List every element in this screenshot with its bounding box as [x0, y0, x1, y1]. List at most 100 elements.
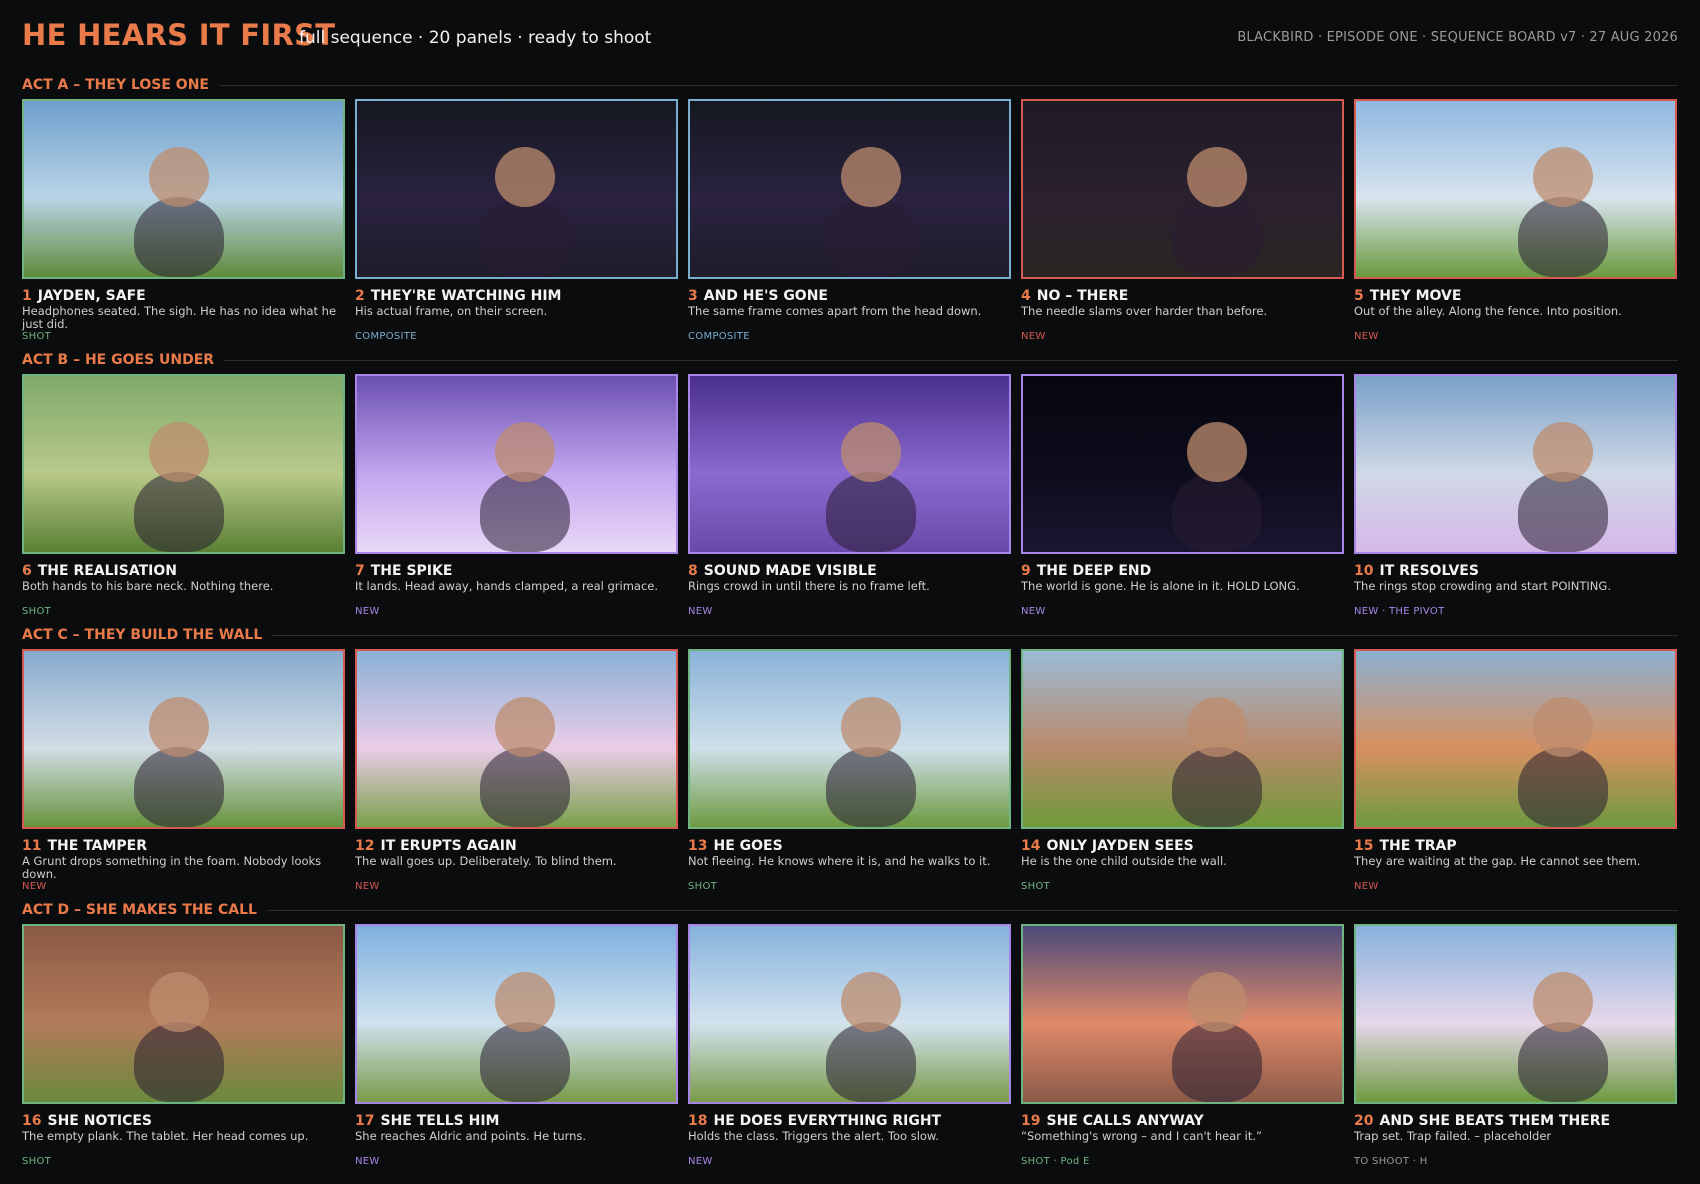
- panel-status-tag: NEW · THE PIVOT: [1354, 606, 1445, 617]
- character-figure: [1172, 197, 1262, 277]
- panel-illustration: [1023, 101, 1342, 277]
- panel-frame-image[interactable]: [1354, 649, 1677, 829]
- panel-illustration: [1356, 926, 1675, 1102]
- panel-frame-image[interactable]: [1354, 374, 1677, 554]
- panel-description: The wall goes up. Deliberately. To blind…: [355, 855, 617, 868]
- panel-status-tag: NEW: [688, 606, 713, 617]
- panel-frame-image[interactable]: [688, 374, 1011, 554]
- act-divider: [22, 85, 1678, 86]
- storyboard-panel[interactable]: 10 IT RESOLVES The rings stop crowding and…: [1354, 374, 1677, 617]
- panel-number: 11: [22, 838, 42, 854]
- panel-title-text: JAYDEN, SAFE: [37, 288, 146, 304]
- storyboard-panel[interactable]: 1 JAYDEN, SAFE Headphones seated. The sigh…: [22, 99, 345, 342]
- panel-title-text: SHE CALLS ANYWAY: [1046, 1113, 1204, 1129]
- act-header: ACT D – SHE MAKES THE CALL: [22, 902, 1678, 922]
- panel-status-tag: NEW: [688, 1156, 713, 1167]
- panel-description: Holds the class. Triggers the alert. Too…: [688, 1130, 939, 1143]
- character-figure: [480, 197, 570, 277]
- panel-caption: 9 THE DEEP END The world is gone. He is al…: [1021, 563, 1344, 617]
- panel-caption: 5 THEY MOVE Out of the alley. Along the fe…: [1354, 288, 1677, 342]
- panel-title-text: THE SPIKE: [370, 563, 453, 579]
- storyboard-panel[interactable]: 16 SHE NOTICES The empty plank. The tablet…: [22, 924, 345, 1167]
- panel-title-text: HE GOES: [713, 838, 783, 854]
- storyboard-panel[interactable]: 13 HE GOES Not fleeing. He knows where it …: [688, 649, 1011, 892]
- panel-description: They are waiting at the gap. He cannot s…: [1354, 855, 1641, 868]
- panel-description: Trap set. Trap failed. – placeholder: [1354, 1130, 1552, 1143]
- panel-title: 11 THE TAMPER: [22, 838, 345, 854]
- panel-status-tag: NEW: [355, 881, 380, 892]
- panel-frame-image[interactable]: [688, 649, 1011, 829]
- storyboard-panel[interactable]: 12 IT ERUPTS AGAIN The wall goes up. Delib…: [355, 649, 678, 892]
- panel-title-text: THE DEEP END: [1036, 563, 1152, 579]
- board-subtitle: full sequence · 20 panels · ready to sho…: [299, 28, 652, 48]
- storyboard-panel[interactable]: 11 THE TAMPER A Grunt drops something in t…: [22, 649, 345, 892]
- panel-title-text: ONLY JAYDEN SEES: [1046, 838, 1194, 854]
- panel-title: 15 THE TRAP: [1354, 838, 1677, 854]
- panel-number: 14: [1021, 838, 1041, 854]
- panel-title: 19 SHE CALLS ANYWAY: [1021, 1113, 1344, 1129]
- panel-frame-image[interactable]: [1021, 374, 1344, 554]
- panel-frame-image[interactable]: [355, 99, 678, 279]
- panel-title-text: THE REALISATION: [37, 563, 177, 579]
- panel-frame-image[interactable]: [22, 649, 345, 829]
- panel-illustration: [24, 376, 343, 552]
- storyboard-panel[interactable]: 5 THEY MOVE Out of the alley. Along the fe…: [1354, 99, 1677, 342]
- panel-title: 2 THEY'RE WATCHING HIM: [355, 288, 678, 304]
- storyboard-panel[interactable]: 3 AND HE'S GONE The same frame comes apart…: [688, 99, 1011, 342]
- storyboard-panel[interactable]: 9 THE DEEP END The world is gone. He is al…: [1021, 374, 1344, 617]
- panel-title-text: HE DOES EVERYTHING RIGHT: [713, 1113, 942, 1129]
- panel-number: 18: [688, 1113, 708, 1129]
- storyboard-panel[interactable]: 15 THE TRAP They are waiting at the gap. H…: [1354, 649, 1677, 892]
- panel-frame-image[interactable]: [1021, 99, 1344, 279]
- storyboard-panel[interactable]: 20 AND SHE BEATS THEM THERE Trap set. Trap…: [1354, 924, 1677, 1167]
- storyboard-panel[interactable]: 8 SOUND MADE VISIBLE Rings crowd in until …: [688, 374, 1011, 617]
- panel-caption: 14 ONLY JAYDEN SEES He is the one child ou…: [1021, 838, 1344, 892]
- panel-number: 9: [1021, 563, 1031, 579]
- panel-status-tag: SHOT: [22, 331, 52, 342]
- panel-illustration: [1023, 376, 1342, 552]
- panel-frame-image[interactable]: [1021, 924, 1344, 1104]
- character-figure: [134, 747, 224, 827]
- panel-illustration: [24, 651, 343, 827]
- panel-description: His actual frame, on their screen.: [355, 305, 548, 318]
- storyboard-panel[interactable]: 2 THEY'RE WATCHING HIM His actual frame, o…: [355, 99, 678, 342]
- panel-frame-image[interactable]: [355, 374, 678, 554]
- storyboard-panel[interactable]: 14 ONLY JAYDEN SEES He is the one child ou…: [1021, 649, 1344, 892]
- panel-frame-image[interactable]: [688, 924, 1011, 1104]
- panel-frame-image[interactable]: [1354, 99, 1677, 279]
- panel-number: 3: [688, 288, 698, 304]
- storyboard-panel[interactable]: 18 HE DOES EVERYTHING RIGHT Holds the clas…: [688, 924, 1011, 1167]
- storyboard-panel[interactable]: 6 THE REALISATION Both hands to his bare n…: [22, 374, 345, 617]
- panel-status-tag: NEW: [355, 606, 380, 617]
- panel-title-text: THE TRAP: [1379, 838, 1457, 854]
- panel-frame-image[interactable]: [1354, 924, 1677, 1104]
- panel-status-tag: NEW: [22, 881, 47, 892]
- panel-frame-image[interactable]: [22, 374, 345, 554]
- panel-illustration: [357, 651, 676, 827]
- panel-caption: 16 SHE NOTICES The empty plank. The tablet…: [22, 1113, 345, 1167]
- character-figure: [1518, 1022, 1608, 1102]
- panel-title-text: NO – THERE: [1036, 288, 1129, 304]
- panel-title: 1 JAYDEN, SAFE: [22, 288, 345, 304]
- panel-frame-image[interactable]: [1021, 649, 1344, 829]
- panel-frame-image[interactable]: [355, 649, 678, 829]
- storyboard-panel[interactable]: 17 SHE TELLS HIM She reaches Aldric and po…: [355, 924, 678, 1167]
- panel-frame-image[interactable]: [22, 924, 345, 1104]
- panel-frame-image[interactable]: [688, 99, 1011, 279]
- panel-frame-image[interactable]: [22, 99, 345, 279]
- panel-description: She reaches Aldric and points. He turns.: [355, 1130, 587, 1143]
- storyboard-panel[interactable]: 19 SHE CALLS ANYWAY “Something's wrong – a…: [1021, 924, 1344, 1167]
- panel-title-text: SHE TELLS HIM: [380, 1113, 500, 1129]
- panel-illustration: [357, 101, 676, 277]
- panel-description: Out of the alley. Along the fence. Into …: [1354, 305, 1622, 318]
- panel-number: 4: [1021, 288, 1031, 304]
- panel-status-tag: NEW: [1354, 881, 1379, 892]
- panel-description: Headphones seated. The sigh. He has no i…: [22, 305, 337, 331]
- panel-description: He is the one child outside the wall.: [1021, 855, 1227, 868]
- panel-frame-image[interactable]: [355, 924, 678, 1104]
- storyboard-panel[interactable]: 4 NO – THERE The needle slams over harder …: [1021, 99, 1344, 342]
- board-title: HE HEARS IT FIRST: [22, 18, 336, 52]
- panel-number: 7: [355, 563, 365, 579]
- panel-illustration: [1023, 926, 1342, 1102]
- storyboard-panel[interactable]: 7 THE SPIKE It lands. Head away, hands cla…: [355, 374, 678, 617]
